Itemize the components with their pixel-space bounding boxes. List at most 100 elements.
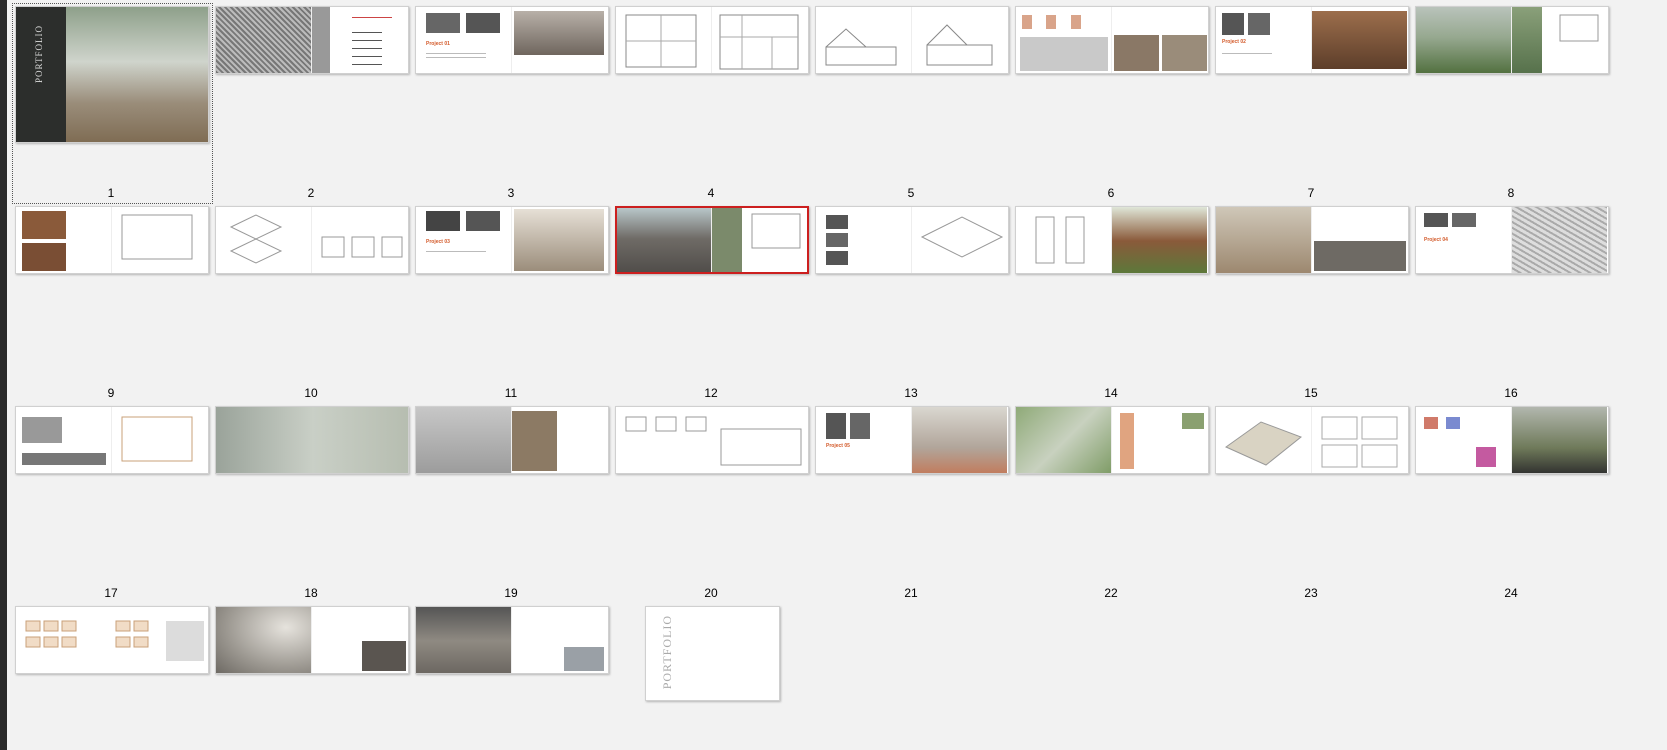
page-thumbnail-4[interactable] <box>615 6 809 74</box>
diagram <box>1020 37 1108 71</box>
page-thumbnail-8[interactable] <box>1415 6 1609 74</box>
elevation-drawings <box>625 416 802 466</box>
photo <box>826 251 848 265</box>
page-thumbnail-26[interactable] <box>215 606 409 674</box>
page-thumbnail-14[interactable] <box>1015 206 1209 274</box>
right-page <box>1111 207 1208 273</box>
page-thumbnail-20[interactable] <box>615 406 809 474</box>
photo <box>362 641 406 671</box>
photo <box>1314 241 1406 271</box>
page-label-15: 15 <box>1304 386 1318 400</box>
left-page: Project 01 <box>416 7 512 73</box>
photo <box>1182 413 1204 429</box>
page-thumbnail-10[interactable] <box>215 206 409 274</box>
page-thumbnail-16[interactable]: Project 04 <box>1415 206 1609 274</box>
photo <box>514 11 604 55</box>
page-label-8: 8 <box>1507 186 1515 200</box>
map-image <box>312 7 330 73</box>
page-thumbnail-28[interactable]: PORTFOLIO <box>645 606 780 701</box>
left-page <box>1016 407 1112 473</box>
photo <box>466 211 500 231</box>
right-page <box>711 7 808 73</box>
left-page <box>1416 407 1512 473</box>
diagram <box>1424 417 1438 429</box>
page-thumbnail-22[interactable] <box>1015 406 1209 474</box>
map-image <box>216 7 312 73</box>
photo-strip <box>22 453 106 465</box>
axonometric-image <box>416 407 512 473</box>
page-thumbnail-11[interactable]: Project 03 <box>415 206 609 274</box>
right-page <box>1111 7 1208 73</box>
floor-plan <box>121 214 193 260</box>
right-page <box>511 407 608 473</box>
page-label-6: 6 <box>1107 186 1115 200</box>
right-page <box>911 7 1008 73</box>
page-thumbnail-25[interactable] <box>15 606 209 674</box>
page-label-4: 4 <box>707 186 715 200</box>
page-label-16: 16 <box>1504 386 1518 400</box>
right-page <box>111 407 208 473</box>
project-heading: Project 02 <box>1222 39 1246 45</box>
page-thumbnail-23[interactable] <box>1215 406 1409 474</box>
page-label-2: 2 <box>307 186 315 200</box>
photo <box>426 13 460 33</box>
axonometric-drawing <box>920 216 1004 258</box>
left-page <box>1016 207 1112 273</box>
cover-photo <box>66 7 208 142</box>
right-page <box>911 207 1008 273</box>
page-label-17: 17 <box>104 586 118 600</box>
right-page <box>911 407 1008 473</box>
left-page <box>16 207 112 273</box>
photo <box>514 209 604 271</box>
page-thumbnail-18[interactable] <box>215 406 409 474</box>
right-page <box>711 208 807 272</box>
photo <box>1312 11 1407 69</box>
page-label-3: 3 <box>507 186 515 200</box>
diagram <box>1022 15 1032 29</box>
photo <box>426 211 460 231</box>
page-thumbnail-7[interactable]: Project 02 <box>1215 6 1409 74</box>
page-label-10: 10 <box>304 386 318 400</box>
page-label-12: 12 <box>704 386 718 400</box>
page-thumbnail-15[interactable] <box>1215 206 1409 274</box>
page-thumbnail-6[interactable] <box>1015 6 1209 74</box>
rendering <box>416 607 512 673</box>
photo <box>1452 213 1476 227</box>
page-thumbnail-21[interactable]: Project 05 <box>815 406 1009 474</box>
page-thumbnail-1[interactable]: PORTFOLIO <box>15 6 209 143</box>
page-thumbnail-13[interactable] <box>815 206 1009 274</box>
photo <box>1222 13 1244 35</box>
page-thumbnail-19[interactable] <box>415 406 609 474</box>
left-page <box>216 607 312 673</box>
section-drawings <box>321 236 403 258</box>
photo <box>826 233 848 247</box>
project-heading: Project 03 <box>426 239 450 245</box>
left-page: Project 05 <box>816 407 912 473</box>
rendering <box>216 607 312 673</box>
left-page <box>1216 407 1312 473</box>
elevation-drawing <box>926 24 993 66</box>
diagram <box>1071 15 1081 29</box>
page-thumbnail-27[interactable] <box>415 606 609 674</box>
page-thumbnail-2[interactable] <box>215 6 409 74</box>
left-page <box>16 407 112 473</box>
photo <box>826 413 846 439</box>
right-page <box>511 607 608 673</box>
page-label-18: 18 <box>304 586 318 600</box>
right-page <box>1511 7 1608 73</box>
right-page <box>1311 7 1408 73</box>
left-page <box>416 407 512 473</box>
page-thumbnail-12-selected[interactable] <box>615 206 809 274</box>
page-thumbnail-5[interactable] <box>815 6 1009 74</box>
page-thumbnail-3[interactable]: Project 01 <box>415 6 609 74</box>
site-plan <box>216 407 408 473</box>
page-thumbnail-24[interactable] <box>1415 406 1609 474</box>
diagram <box>1446 417 1460 429</box>
left-page <box>1016 7 1112 73</box>
right-page <box>511 7 608 73</box>
right-page <box>311 7 408 73</box>
floor-plan <box>625 14 697 68</box>
page-thumbnail-9[interactable] <box>15 206 209 274</box>
page-thumbnail-17[interactable] <box>15 406 209 474</box>
page-label-11: 11 <box>504 386 518 400</box>
